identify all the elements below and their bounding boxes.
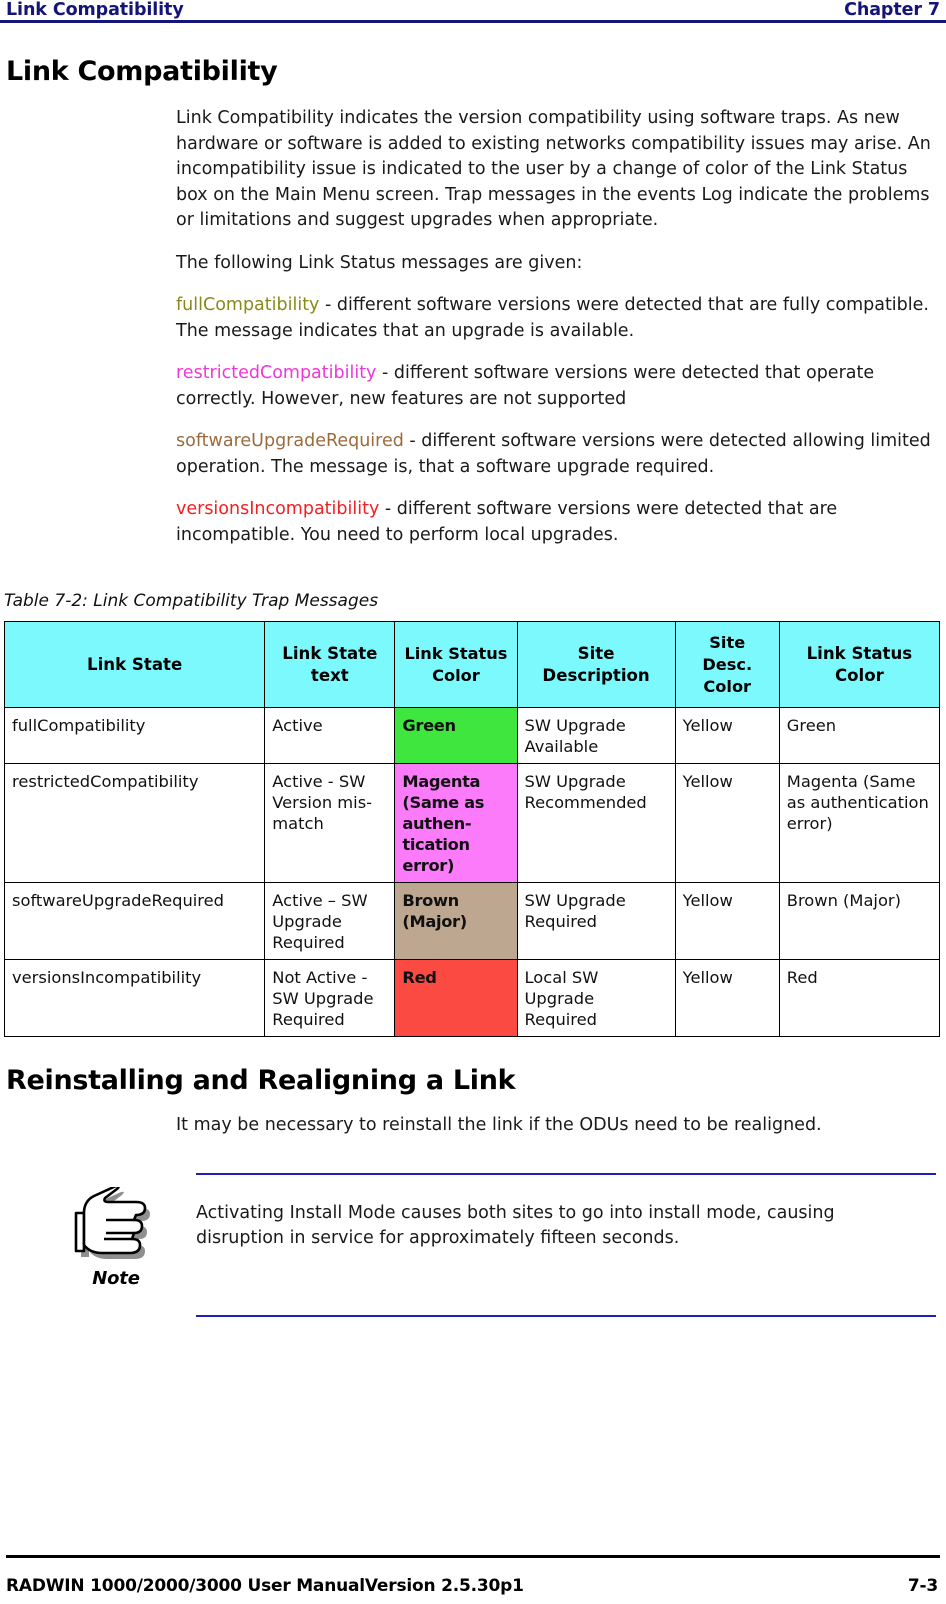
cell-link-status-color-swatch: Brown (Major) bbox=[394, 882, 518, 960]
column-header-link-status-color: Link Status Color bbox=[394, 621, 518, 708]
footer-divider bbox=[6, 1555, 940, 1558]
cell-link-state: restrictedCompatibility bbox=[3, 763, 266, 883]
page-footer: RADWIN 1000/2000/3000 User ManualVersion… bbox=[6, 1576, 938, 1596]
reinstalling-intro-paragraph: It may be necessary to reinstall the lin… bbox=[176, 1115, 822, 1135]
message-restricted-compatibility: restrictedCompatibility - different soft… bbox=[176, 361, 936, 412]
page-title: Link Compatibility bbox=[6, 56, 278, 87]
footer-page-number: 7-3 bbox=[907, 1576, 938, 1596]
intro-paragraph: Link Compatibility indicates the version… bbox=[176, 108, 931, 230]
reinstalling-paragraph-column: It may be necessary to reinstall the lin… bbox=[176, 1113, 936, 1139]
message-full-compatibility: fullCompatibility - different software v… bbox=[176, 293, 936, 344]
cell-site-description: SW Upgrade Recommended bbox=[516, 763, 676, 883]
cell-site-description: SW Upgrade Available bbox=[516, 707, 676, 764]
cell-site-desc-color: Yellow bbox=[674, 763, 780, 883]
table-caption: Table 7-2: Link Compatibility Trap Messa… bbox=[4, 591, 379, 611]
cell-link-state-text: Active - SW Version mis-match bbox=[264, 763, 396, 883]
term-restrictedcompatibility: restrictedCompatibility bbox=[176, 363, 377, 383]
lead-in-paragraph: The following Link Status messages are g… bbox=[176, 252, 583, 273]
header-right-title: Chapter 7 bbox=[844, 0, 940, 20]
cell-link-state-text: Active – SW Upgrade Required bbox=[264, 882, 396, 960]
link-compatibility-trap-table: Link State Link State text Link Status C… bbox=[3, 621, 941, 1037]
header-left-title: Link Compatibility bbox=[6, 0, 184, 20]
note-top-divider bbox=[196, 1172, 936, 1175]
cell-link-status-color-swatch: Green bbox=[394, 707, 518, 764]
reinstalling-section-title: Reinstalling and Realigning a Link bbox=[6, 1065, 516, 1096]
cell-site-desc-color: Yellow bbox=[674, 959, 780, 1037]
message-versions-incompatibility: versionsIncompatibility - different soft… bbox=[176, 497, 936, 548]
column-header-link-state-text: Link State text bbox=[264, 621, 396, 708]
note-bottom-divider bbox=[196, 1314, 936, 1317]
page-content: Link Compatibility Link Compatibility in… bbox=[0, 56, 946, 1323]
intro-paragraph-column: Link Compatibility indicates the version… bbox=[176, 106, 936, 548]
cell-link-status-color-text: Red bbox=[778, 959, 941, 1037]
table-header-row: Link State Link State text Link Status C… bbox=[3, 621, 941, 708]
cell-site-desc-color: Yellow bbox=[674, 882, 780, 960]
column-header-site-description: Site Description bbox=[516, 621, 676, 708]
table-row: restrictedCompatibility Active - SW Vers… bbox=[3, 763, 941, 883]
footer-manual-title: RADWIN 1000/2000/3000 User ManualVersion… bbox=[6, 1576, 524, 1596]
cell-site-desc-color: Yellow bbox=[674, 707, 780, 764]
note-label: Note bbox=[92, 1267, 140, 1289]
cell-link-state-text: Active bbox=[264, 707, 396, 764]
cell-link-status-color-text: Brown (Major) bbox=[778, 882, 941, 960]
table-row: versionsIncompatibility Not Active - SW … bbox=[3, 959, 941, 1037]
column-header-site-desc-color: Site Desc. Color bbox=[674, 621, 780, 708]
cell-site-description: Local SW Upgrade Required bbox=[516, 959, 676, 1037]
cell-link-status-color-text: Magenta (Same as authentication error) bbox=[778, 763, 941, 883]
table-row: fullCompatibility Active Green SW Upgrad… bbox=[3, 707, 941, 764]
column-header-link-state: Link State bbox=[3, 621, 266, 708]
table-row: softwareUpgradeRequired Active – SW Upgr… bbox=[3, 882, 941, 960]
note-icon-group: Note bbox=[56, 1184, 176, 1289]
cell-link-state: softwareUpgradeRequired bbox=[3, 882, 266, 960]
cell-site-description: SW Upgrade Required bbox=[516, 882, 676, 960]
note-text: Activating Install Mode causes both site… bbox=[196, 1202, 835, 1249]
cell-link-state: versionsIncompatibility bbox=[3, 959, 266, 1037]
note-block: Note Activating Install Mode causes both… bbox=[0, 1172, 946, 1323]
message-software-upgrade-required: softwareUpgradeRequired - different soft… bbox=[176, 429, 936, 480]
cell-link-status-color-swatch: Magenta (Same as authen-tication error) bbox=[394, 763, 518, 883]
header-divider bbox=[0, 20, 946, 23]
pointing-hand-icon bbox=[74, 1184, 150, 1259]
cell-link-state-text: Not Active - SW Upgrade Required bbox=[264, 959, 396, 1037]
cell-link-status-color-text: Green bbox=[778, 707, 941, 764]
term-fullcompatibility: fullCompatibility bbox=[176, 295, 320, 315]
cell-link-state: fullCompatibility bbox=[3, 707, 266, 764]
cell-link-status-color-swatch: Red bbox=[394, 959, 518, 1037]
term-versionsincompatibility: versionsIncompatibility bbox=[176, 499, 380, 519]
term-softwareupgraderequired: softwareUpgradeRequired bbox=[176, 431, 404, 451]
column-header-link-status-color-2: Link Status Color bbox=[778, 621, 941, 708]
